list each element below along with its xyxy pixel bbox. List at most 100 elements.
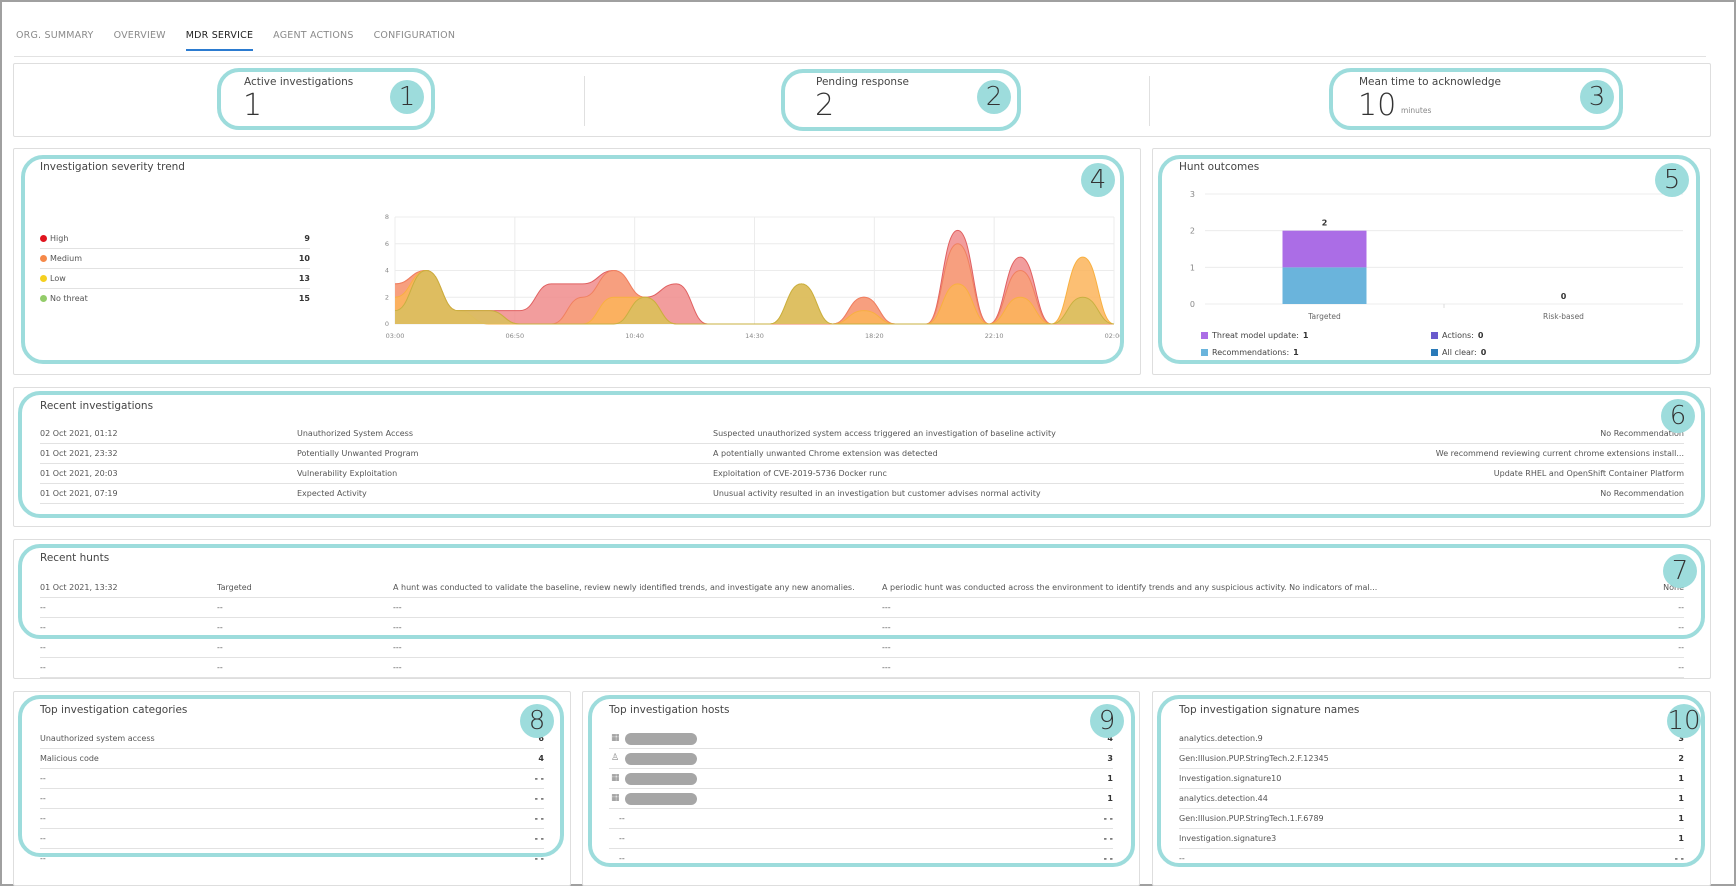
list-item[interactable]: -- - - <box>40 769 544 789</box>
windows-icon: ▦ <box>611 733 620 743</box>
recent-hunts-card: Recent hunts 01 Oct 2021, 13:32 Targeted… <box>13 539 1711 679</box>
list-item[interactable]: analytics.detection.44 1 <box>1179 789 1684 809</box>
cell-description: --- <box>393 663 402 672</box>
table-row[interactable]: 01 Oct 2021, 07:19 Expected Activity Unu… <box>40 484 1684 504</box>
pending-response-value[interactable]: 2 <box>815 88 834 123</box>
threat-model-swatch-icon <box>1201 332 1208 339</box>
legend-value: 1 <box>1293 348 1299 357</box>
tab-mdr-service[interactable]: MDR SERVICE <box>185 30 254 51</box>
x-tick-label: 14:30 <box>745 332 764 339</box>
severity-legend: High 9 Medium 10 Low 13 No threat 15 <box>40 229 310 313</box>
legend-label: Threat model update: <box>1212 331 1299 340</box>
list-item[interactable]: -- - - <box>40 849 544 869</box>
cell-recommendation: No Recommendation <box>1600 489 1684 498</box>
all-clear-swatch-icon <box>1431 349 1438 356</box>
y-tick-label: 0 <box>1190 300 1195 309</box>
cell-date: 01 Oct 2021, 07:19 <box>40 489 118 498</box>
bar-total-label: 0 <box>1561 292 1567 301</box>
item-count: 1 <box>1107 794 1113 803</box>
windows-icon: ▦ <box>611 793 620 803</box>
list-item[interactable]: ▦ 4 <box>609 729 1113 749</box>
bar-segment-threat-model-update[interactable] <box>1282 230 1367 268</box>
table-row[interactable]: -- -- --- --- -- <box>40 658 1684 678</box>
list-item[interactable]: Gen:Illusion.PUP.StringTech.2.F.12345 2 <box>1179 749 1684 769</box>
list-item[interactable]: -- - - <box>40 809 544 829</box>
no-threat-dot-icon <box>40 295 47 302</box>
table-row[interactable]: -- -- --- --- -- <box>40 618 1684 638</box>
item-count: - - <box>1103 814 1113 823</box>
legend-count: 10 <box>298 254 310 263</box>
list-item[interactable]: ▦ 1 <box>609 769 1113 789</box>
list-item[interactable]: Investigation.signature10 1 <box>1179 769 1684 789</box>
list-item[interactable]: -- - - <box>40 829 544 849</box>
legend-no-threat[interactable]: No threat 15 <box>40 289 310 309</box>
legend-all-clear[interactable]: All clear: 0 <box>1431 348 1486 357</box>
y-tick-label: 2 <box>385 293 389 301</box>
annotation-badge-8: 8 <box>520 704 554 738</box>
severity-area-chart[interactable]: 0 2 4 6 8 03:00 06:50 10:40 14:30 18:20 22:10 02:00 <box>369 209 1129 339</box>
table-row[interactable]: -- -- --- --- -- <box>40 638 1684 658</box>
table-row[interactable]: 01 Oct 2021, 20:03 Vulnerability Exploit… <box>40 464 1684 484</box>
legend-count: 15 <box>298 294 310 303</box>
cell-result: -- <box>1678 643 1684 652</box>
list-item[interactable]: -- - - <box>609 849 1113 869</box>
cell-date: 01 Oct 2021, 20:03 <box>40 469 118 478</box>
hunt-outcomes-bar-chart[interactable]: 0 1 2 3 2 Targeted 0 Risk-based <box>1173 179 1693 329</box>
item-count: - - <box>1103 834 1113 843</box>
item-label: Unauthorized system access <box>40 734 155 743</box>
annotation-badge-9: 9 <box>1090 704 1124 738</box>
pending-response-label: Pending response <box>816 76 910 88</box>
legend-high[interactable]: High 9 <box>40 229 310 249</box>
tab-configuration[interactable]: CONFIGURATION <box>374 30 456 51</box>
list-item[interactable]: ♙ 3 <box>609 749 1113 769</box>
annotation-badge-2: 2 <box>977 80 1011 114</box>
table-row[interactable]: 01 Oct 2021, 13:32 Targeted A hunt was c… <box>40 578 1684 598</box>
legend-recommendations[interactable]: Recommendations: 1 <box>1201 348 1299 357</box>
tab-overview[interactable]: OVERVIEW <box>114 30 166 51</box>
legend-medium[interactable]: Medium 10 <box>40 249 310 269</box>
item-label: -- <box>619 834 625 843</box>
low-dot-icon <box>40 275 47 282</box>
bar-segment-recommendations[interactable] <box>1282 267 1367 304</box>
legend-low[interactable]: Low 13 <box>40 269 310 289</box>
divider <box>584 76 585 126</box>
legend-label: Actions: <box>1442 331 1474 340</box>
list-item[interactable]: analytics.detection.9 3 <box>1179 729 1684 749</box>
list-item[interactable]: -- - - <box>609 809 1113 829</box>
item-label: -- <box>1179 854 1185 863</box>
list-item[interactable]: Malicious code 4 <box>40 749 544 769</box>
cell-type: Targeted <box>217 583 252 592</box>
item-label: Gen:Illusion.PUP.StringTech.1.F.6789 <box>1179 814 1324 823</box>
cell-date: -- <box>40 663 46 672</box>
y-tick-label: 1 <box>1190 263 1195 272</box>
list-item[interactable]: -- - - <box>40 789 544 809</box>
actions-swatch-icon <box>1431 332 1438 339</box>
legend-threat-model-update[interactable]: Threat model update: 1 <box>1201 331 1309 340</box>
list-item[interactable]: Investigation.signature3 1 <box>1179 829 1684 849</box>
hunt-outcomes-title: Hunt outcomes <box>1179 161 1260 173</box>
cell-summary: --- <box>882 603 891 612</box>
top-signatures-title: Top investigation signature names <box>1179 704 1360 716</box>
cell-result: -- <box>1678 663 1684 672</box>
list-item[interactable]: Gen:Illusion.PUP.StringTech.1.F.6789 1 <box>1179 809 1684 829</box>
list-item[interactable]: -- - - <box>1179 849 1684 869</box>
x-category-label: Targeted <box>1307 312 1341 321</box>
severity-trend-title: Investigation severity trend <box>40 161 185 173</box>
item-count: - - <box>534 834 544 843</box>
recent-investigations-table: 02 Oct 2021, 01:12 Unauthorized System A… <box>40 424 1684 524</box>
table-row[interactable]: 02 Oct 2021, 01:12 Unauthorized System A… <box>40 424 1684 444</box>
list-item[interactable]: ▦ 1 <box>609 789 1113 809</box>
item-label: Gen:Illusion.PUP.StringTech.2.F.12345 <box>1179 754 1329 763</box>
item-label: Investigation.signature3 <box>1179 834 1277 843</box>
item-label: -- <box>40 854 46 863</box>
tab-org-summary[interactable]: ORG. SUMMARY <box>16 30 94 51</box>
list-item[interactable]: Unauthorized system access 6 <box>40 729 544 749</box>
list-item[interactable]: -- - - <box>609 829 1113 849</box>
legend-actions[interactable]: Actions: 0 <box>1431 331 1484 340</box>
table-row[interactable]: -- -- --- --- -- <box>40 598 1684 618</box>
active-investigations-value[interactable]: 1 <box>243 88 262 123</box>
table-row[interactable]: 01 Oct 2021, 23:32 Potentially Unwanted … <box>40 444 1684 464</box>
legend-label: All clear: <box>1442 348 1477 357</box>
tab-agent-actions[interactable]: AGENT ACTIONS <box>273 30 353 51</box>
cell-summary: A periodic hunt was conducted across the… <box>882 583 1378 592</box>
